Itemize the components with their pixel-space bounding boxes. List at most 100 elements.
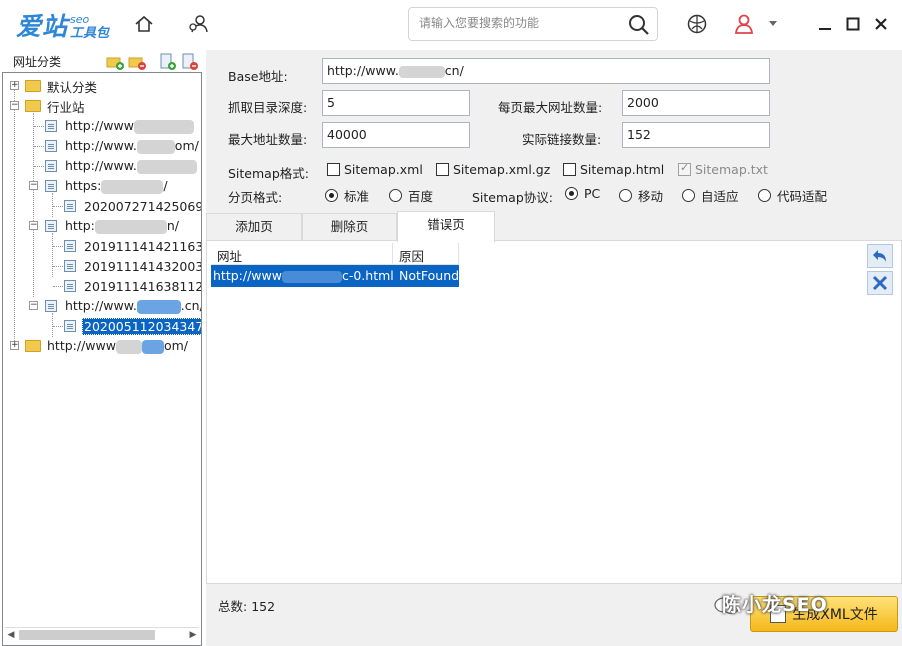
radio-protocol-pc[interactable]: PC — [565, 186, 600, 201]
tree-folder-default[interactable]: 默认分类 — [25, 76, 99, 96]
checkbox-sitemap-xml[interactable]: Sitemap.xml — [327, 162, 423, 177]
checkbox-box[interactable] — [327, 163, 340, 176]
scroll-thumb[interactable] — [19, 630, 155, 640]
radio-protocol-mobile[interactable]: 移动 — [619, 186, 663, 205]
checkbox-sitemap-html[interactable]: Sitemap.html — [563, 162, 664, 177]
undo-button[interactable] — [867, 244, 893, 268]
redacted-blur — [101, 179, 164, 194]
tree-url-item[interactable]: http: n/ — [45, 216, 181, 236]
scroll-left-icon[interactable]: ◀ — [5, 628, 17, 642]
base-url-label: Base地址: — [228, 69, 288, 84]
delete-folder-icon[interactable] — [128, 53, 146, 71]
tree-node-suffix: / — [163, 178, 168, 194]
horizontal-scrollbar[interactable]: ◀ ▶ — [5, 627, 199, 641]
category-label: 网址分类 — [13, 55, 62, 69]
checkbox-label: Sitemap.xml.gz — [453, 162, 551, 177]
radio-dot[interactable] — [325, 189, 338, 202]
settings-panel: Base地址: http://www. cn/ 抓取目录深度: 5 每页最大网址数… — [206, 50, 902, 646]
user-avatar-icon[interactable] — [731, 11, 757, 37]
delete-button[interactable] — [867, 271, 893, 295]
expand-toggle[interactable]: + — [10, 81, 19, 90]
radio-dot[interactable] — [389, 189, 402, 202]
tree-url-item[interactable]: 2020072714250693 — [64, 196, 201, 216]
collapse-toggle[interactable]: − — [10, 101, 19, 110]
max-addresses-label: 最大地址数量: — [228, 132, 308, 147]
close-icon[interactable] — [868, 11, 894, 37]
search-icon[interactable] — [627, 13, 651, 37]
tree-url-item[interactable]: https: / — [45, 176, 170, 196]
tree-url-item-selected[interactable]: 20200511203434745 — [64, 316, 201, 336]
row-url-suffix: c-0.html — [341, 268, 393, 283]
redacted-blur — [94, 219, 167, 234]
document-icon — [45, 140, 57, 152]
total-label: 总数: — [218, 599, 248, 614]
user-manage-icon[interactable] — [186, 11, 212, 37]
radio-dot[interactable] — [565, 187, 578, 200]
tree-url-item[interactable]: http://www. .cn/ — [45, 296, 201, 316]
radio-label: 百度 — [408, 189, 434, 204]
search-input[interactable] — [419, 16, 619, 30]
collapse-toggle[interactable]: − — [29, 221, 38, 230]
crawl-depth-input[interactable]: 5 — [322, 90, 470, 116]
checkbox-box[interactable] — [563, 163, 576, 176]
tab-deleted-pages[interactable]: 删除页 — [302, 213, 397, 241]
scroll-right-icon[interactable]: ▶ — [187, 628, 199, 642]
tree-url-item[interactable]: http://www. — [45, 156, 199, 176]
tab-error-pages[interactable]: 错误页 — [397, 211, 495, 242]
search-box[interactable] — [408, 7, 658, 41]
tab-added-pages[interactable]: 添加页 — [206, 213, 302, 241]
redacted-blur — [115, 339, 142, 354]
base-url-value: http://www. — [327, 63, 399, 78]
row-url-prefix: http://www — [213, 268, 282, 283]
collapse-toggle[interactable]: − — [29, 301, 38, 310]
minimize-icon[interactable] — [812, 11, 838, 37]
checkbox-sitemap-xml-gz[interactable]: Sitemap.xml.gz — [436, 162, 550, 177]
add-folder-icon[interactable] — [106, 53, 124, 71]
dropdown-arrow-icon[interactable] — [766, 11, 780, 37]
radio-dot[interactable] — [682, 189, 695, 202]
category-header: 网址分类 — [2, 50, 202, 72]
redacted-blur — [136, 159, 197, 174]
expand-toggle[interactable]: + — [10, 341, 19, 350]
tree-url-item[interactable]: 20191114142116379 — [64, 236, 201, 256]
maximize-icon[interactable] — [840, 11, 866, 37]
tree-node-label: 20191114142116379 — [84, 238, 201, 254]
tree-url-item[interactable]: 20191114163811229 — [64, 276, 201, 296]
max-per-page-input[interactable]: 2000 — [622, 90, 770, 116]
actual-links-input[interactable]: 152 — [622, 122, 770, 148]
skin-icon[interactable] — [684, 11, 710, 37]
column-header-url[interactable]: 网址 — [211, 243, 393, 264]
home-icon[interactable] — [131, 11, 157, 37]
error-pages-panel: 网址 原因 http://www c-0.html NotFound — [206, 240, 902, 584]
tree-url-item[interactable]: http://www — [45, 116, 196, 136]
max-addresses-input[interactable]: 40000 — [322, 122, 470, 148]
base-url-input[interactable]: http://www. cn/ — [322, 58, 770, 84]
radio-protocol-adaptive[interactable]: 自适应 — [682, 186, 739, 205]
radio-dot[interactable] — [619, 189, 632, 202]
radio-paging-baidu[interactable]: 百度 — [389, 186, 433, 205]
redacted-blur — [281, 270, 342, 283]
collapse-toggle[interactable]: − — [29, 181, 38, 190]
radio-label: 标准 — [344, 189, 370, 204]
tree-folder-industry[interactable]: 行业站 — [25, 96, 87, 116]
radio-paging-standard[interactable]: 标准 — [325, 186, 369, 205]
tree-url-item[interactable]: http://www. om/ — [45, 136, 201, 156]
tree-url-item[interactable]: 20191114143200384 — [64, 256, 201, 276]
document-icon — [45, 160, 57, 172]
radio-protocol-code[interactable]: 代码适配 — [758, 186, 827, 205]
row-reason: NotFound — [399, 268, 459, 283]
column-header-reason[interactable]: 原因 — [393, 243, 459, 264]
url-tree[interactable]: + 默认分类 − 行业站 http://www http://www. om/ h… — [2, 72, 202, 646]
sitemap-protocol-label: Sitemap协议: — [472, 190, 553, 205]
tree-node-label: http://www. — [65, 138, 137, 154]
total-value: 152 — [251, 599, 276, 614]
checkbox-box[interactable] — [436, 163, 449, 176]
checkbox-label: Sitemap.txt — [695, 162, 768, 177]
radio-label: 移动 — [638, 189, 664, 204]
add-url-icon[interactable] — [158, 53, 176, 71]
delete-url-icon[interactable] — [180, 53, 198, 71]
table-row[interactable]: http://www c-0.html NotFound — [211, 265, 459, 287]
logo-main-text: 爱站 — [16, 12, 69, 41]
tree-folder-url[interactable]: http://www om/ — [25, 336, 190, 356]
radio-dot[interactable] — [758, 189, 771, 202]
